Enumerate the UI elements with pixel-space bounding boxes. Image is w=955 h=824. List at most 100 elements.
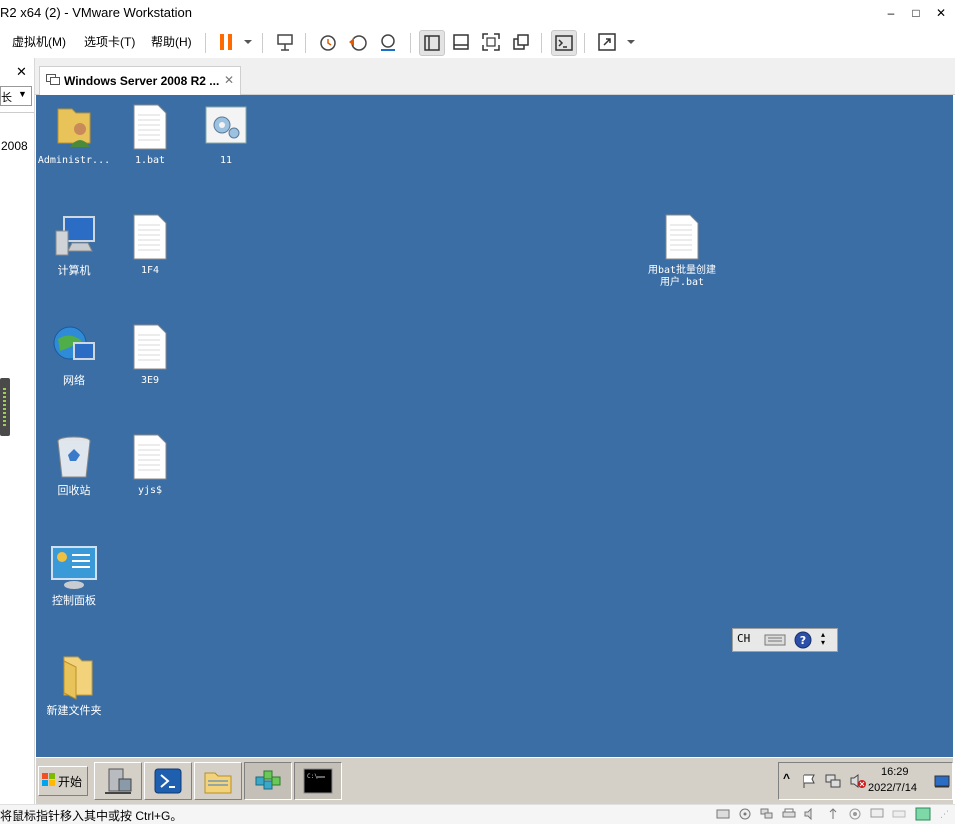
volume-muted-icon[interactable] — [849, 773, 867, 792]
menu-tabs[interactable]: 选项卡(T) — [84, 33, 135, 50]
network-status-icon[interactable] — [825, 773, 841, 792]
unity-icon[interactable] — [509, 30, 533, 54]
desktop-icon-network[interactable]: 网络 — [36, 323, 112, 387]
server-manager-icon — [103, 767, 133, 798]
tab-title: Windows Server 2008 R2 ... — [64, 74, 220, 88]
file-icon — [126, 323, 174, 371]
taskbar-server-manager[interactable] — [94, 762, 142, 800]
library-filter-text: 长 — [1, 92, 12, 104]
language-bar-options-icon[interactable]: ▴ ▾ — [821, 631, 825, 647]
icon-label: Administr... — [37, 155, 111, 166]
taskbar-command-prompt[interactable]: C:\ — [294, 762, 342, 800]
clock-time[interactable]: 16:29 — [881, 766, 909, 778]
desktop-icon-1f4[interactable]: 1F4 — [112, 213, 188, 277]
taskbar-registry-editor[interactable] — [244, 762, 292, 800]
desktop-icon-1bat[interactable]: 1.bat — [112, 103, 188, 167]
icon-label: 新建文件夹 — [46, 705, 102, 717]
usb-device-icon[interactable] — [826, 808, 840, 823]
chevron-down-icon[interactable] — [236, 30, 252, 54]
vm-icon — [46, 74, 60, 86]
user-folder-icon — [50, 103, 98, 151]
close-button[interactable]: ✕ — [930, 3, 952, 23]
library-divider — [0, 112, 34, 113]
chevron-down-icon[interactable] — [619, 30, 635, 54]
snapshot-icon[interactable] — [316, 30, 340, 54]
console-view-icon[interactable] — [551, 30, 577, 56]
file-icon — [126, 103, 174, 151]
network-adapter-icon[interactable] — [760, 808, 774, 823]
flag-icon[interactable] — [801, 773, 817, 792]
snapshot-manager-icon[interactable] — [376, 30, 400, 54]
settings-file-icon — [202, 103, 250, 151]
notification-area: ^ 16:29 2022/7/14 — [778, 762, 953, 800]
taskbar-powershell[interactable] — [144, 762, 192, 800]
revert-snapshot-icon[interactable] — [346, 30, 370, 54]
desktop-icon-administrator[interactable]: Administr... — [36, 103, 112, 167]
display-device-icon[interactable] — [870, 808, 884, 823]
registry-editor-icon — [253, 767, 283, 798]
desktop-icon-computer[interactable]: 计算机 — [36, 213, 112, 277]
help-icon[interactable]: ? — [793, 630, 813, 650]
hard-disk-icon[interactable] — [716, 808, 730, 823]
settings-device-icon[interactable] — [848, 808, 862, 823]
tab-close-button[interactable]: ✕ — [224, 73, 234, 87]
desktop-icon-control-panel[interactable]: 控制面板 — [36, 543, 112, 607]
svg-text:C:\: C:\ — [307, 773, 318, 780]
desktop-icon-new-folder[interactable]: 新建文件夹 — [36, 653, 112, 717]
icon-label: 回收站 — [57, 485, 91, 497]
desktop-icon-recycle-bin[interactable]: 回收站 — [36, 433, 112, 497]
desktop-icon-3e9[interactable]: 3E9 — [112, 323, 188, 387]
language-indicator[interactable]: CH — [737, 632, 750, 645]
sound-card-icon[interactable] — [804, 807, 818, 823]
icon-label: 1F4 — [140, 265, 160, 276]
send-ctrl-alt-del-icon[interactable] — [273, 30, 297, 54]
tray-expand-button[interactable]: ^ — [783, 771, 790, 785]
window-title: R2 x64 (2) - VMware Workstation — [0, 5, 192, 20]
minimize-button[interactable]: – — [880, 3, 902, 23]
show-thumbnail-icon[interactable] — [449, 30, 473, 54]
stretch-guest-icon[interactable] — [595, 30, 619, 54]
command-prompt-icon: C:\ — [303, 767, 333, 798]
library-filter-dropdown[interactable]: 长 ▼ — [0, 86, 32, 106]
tab-windows-server-2008[interactable]: Windows Server 2008 R2 ... ✕ — [39, 66, 241, 95]
chevron-down-icon: ▼ — [18, 89, 27, 99]
show-library-icon[interactable] — [419, 30, 445, 56]
toolbar: 虚拟机(M) 选项卡(T) 帮助(H) — [0, 26, 955, 58]
windows-logo-icon — [42, 773, 56, 787]
resize-grip-icon[interactable]: ⋰ — [940, 809, 949, 820]
toolbar-divider — [262, 33, 263, 53]
library-item-vm[interactable]: 2008 — [1, 139, 28, 153]
window-title-bar: R2 x64 (2) - VMware Workstation – □ ✕ — [0, 0, 955, 26]
toolbar-divider — [541, 33, 542, 53]
show-desktop-icon[interactable] — [934, 775, 950, 792]
cd-rom-icon[interactable] — [738, 808, 752, 823]
language-bar: CH ? ▴ ▾ — [732, 628, 838, 652]
desktop-icon-create-users-bat[interactable]: 用bat批量创建用户.bat — [644, 213, 720, 289]
tab-strip: Windows Server 2008 R2 ... ✕ — [35, 58, 955, 95]
collapse-handle[interactable] — [0, 378, 10, 436]
icon-label: 控制面板 — [52, 595, 96, 607]
desktop-icon-11[interactable]: 11 — [188, 103, 264, 167]
printer-icon[interactable] — [782, 808, 796, 823]
start-button[interactable]: 开始 — [38, 766, 88, 796]
menu-help[interactable]: 帮助(H) — [151, 33, 192, 50]
keyboard-icon[interactable] — [763, 631, 787, 647]
taskbar: 开始 C:\ ^ 16:29 2022/7/14 — [36, 757, 953, 804]
computer-icon — [50, 213, 98, 261]
svg-text:?: ? — [800, 634, 806, 647]
icon-label: yjs$ — [137, 485, 163, 496]
file-icon — [658, 213, 706, 261]
menu-vm[interactable]: 虚拟机(M) — [12, 33, 66, 50]
clock-date[interactable]: 2022/7/14 — [868, 782, 917, 794]
taskbar-explorer[interactable] — [194, 762, 242, 800]
message-log-icon[interactable] — [915, 807, 931, 824]
file-icon — [126, 433, 174, 481]
status-bar: 将鼠标指针移入其中或按 Ctrl+G。 ⋰ — [0, 804, 955, 824]
file-icon — [126, 213, 174, 261]
desktop-icon-yjs[interactable]: yjs$ — [112, 433, 188, 497]
toolbar-divider — [410, 33, 411, 53]
library-close-button[interactable]: ✕ — [16, 64, 27, 80]
full-screen-icon[interactable] — [479, 30, 503, 54]
storage-device-icon[interactable] — [892, 808, 906, 823]
maximize-button[interactable]: □ — [905, 3, 927, 23]
